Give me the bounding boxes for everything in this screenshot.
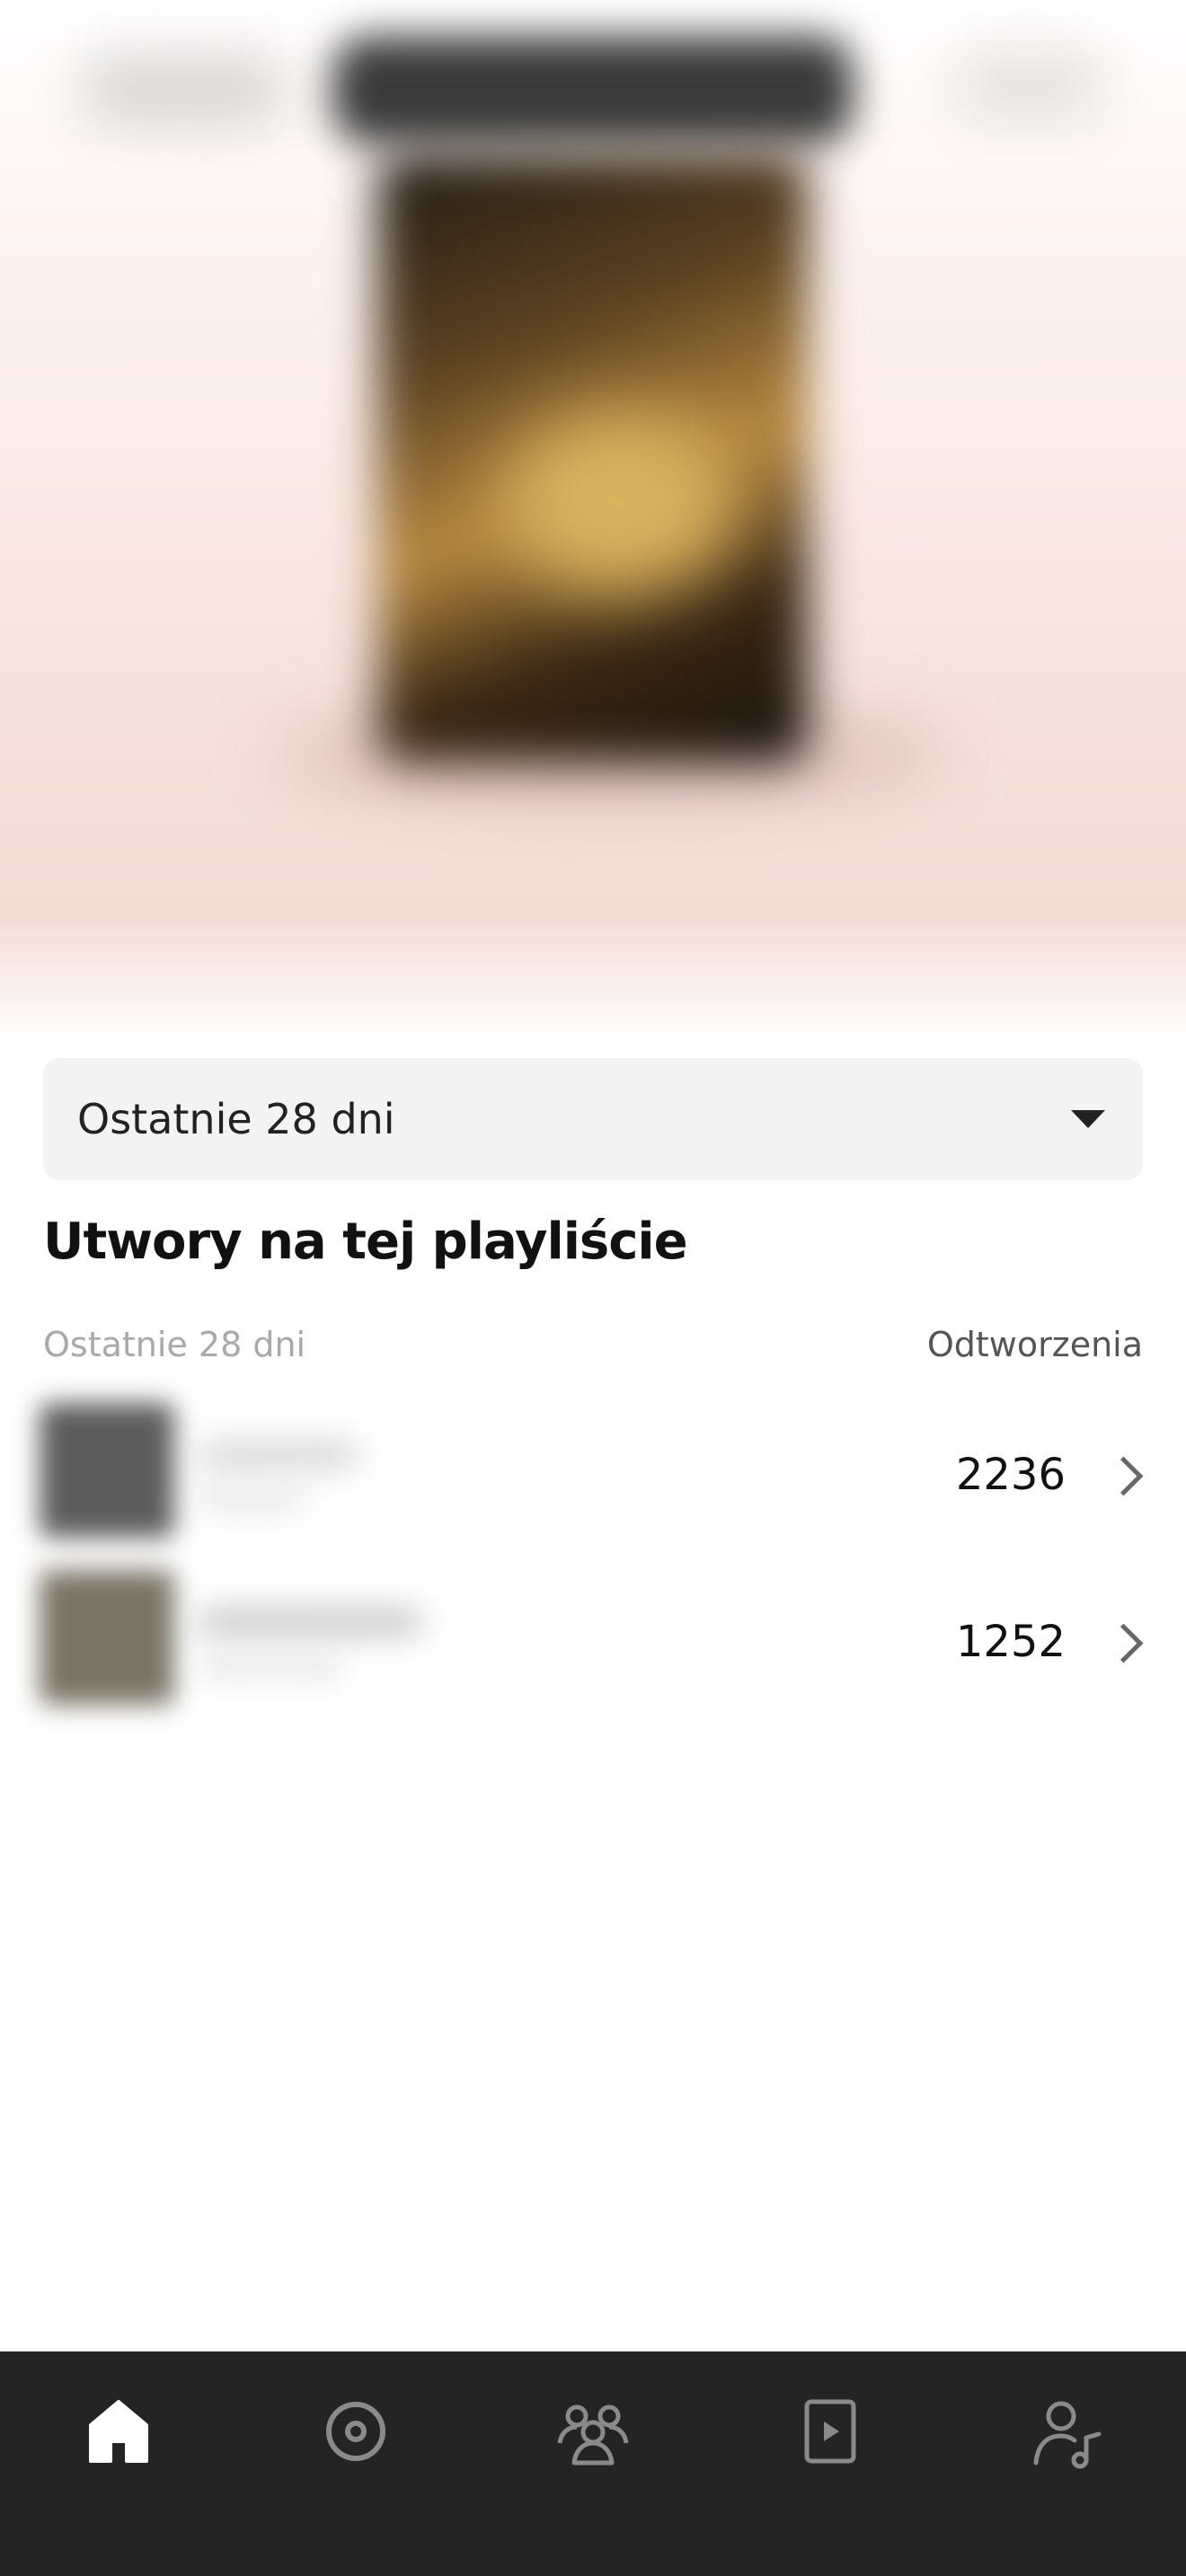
caret-down-icon [1071,1110,1105,1128]
column-header-plays: Odtworzenia [926,1325,1143,1364]
period-select-label: Ostatnie 28 dni [77,1095,395,1143]
track-artwork [40,1403,174,1538]
track-artwork [40,1570,174,1705]
column-header-period: Ostatnie 28 dni [43,1325,306,1364]
nav-profile[interactable] [1027,2391,1108,2472]
chevron-right-icon [1103,1623,1144,1663]
nav-video[interactable] [790,2391,871,2472]
chevron-right-icon [1103,1456,1144,1496]
nav-home[interactable] [78,2391,159,2472]
header-title-blurred [332,36,854,144]
bottom-nav [0,2351,1186,2576]
track-row[interactable]: 2236 [0,1394,1186,1556]
disc-icon [326,2402,385,2461]
cover-highlight [503,413,737,593]
track-artist-blurred [198,1488,305,1508]
track-plays: 1252 [955,1617,1066,1667]
track-title-blurred [198,1443,359,1467]
track-row[interactable]: 1252 [0,1561,1186,1723]
back-button-blurred [81,54,288,126]
artist-icon [1033,2401,1102,2469]
track-plays: 2236 [955,1450,1066,1500]
header-artwork [0,0,1186,1042]
header-action-blurred [952,49,1105,121]
nav-music[interactable] [315,2391,396,2472]
track-artist-blurred [198,1655,341,1675]
home-icon [89,2400,148,2463]
section-title: Utwory na tej playliście [43,1213,688,1271]
nav-audience[interactable] [553,2391,633,2472]
audience-icon [557,2404,629,2466]
video-icon [804,2399,856,2464]
track-title-blurred [198,1610,422,1634]
period-select[interactable]: Ostatnie 28 dni [43,1058,1143,1180]
